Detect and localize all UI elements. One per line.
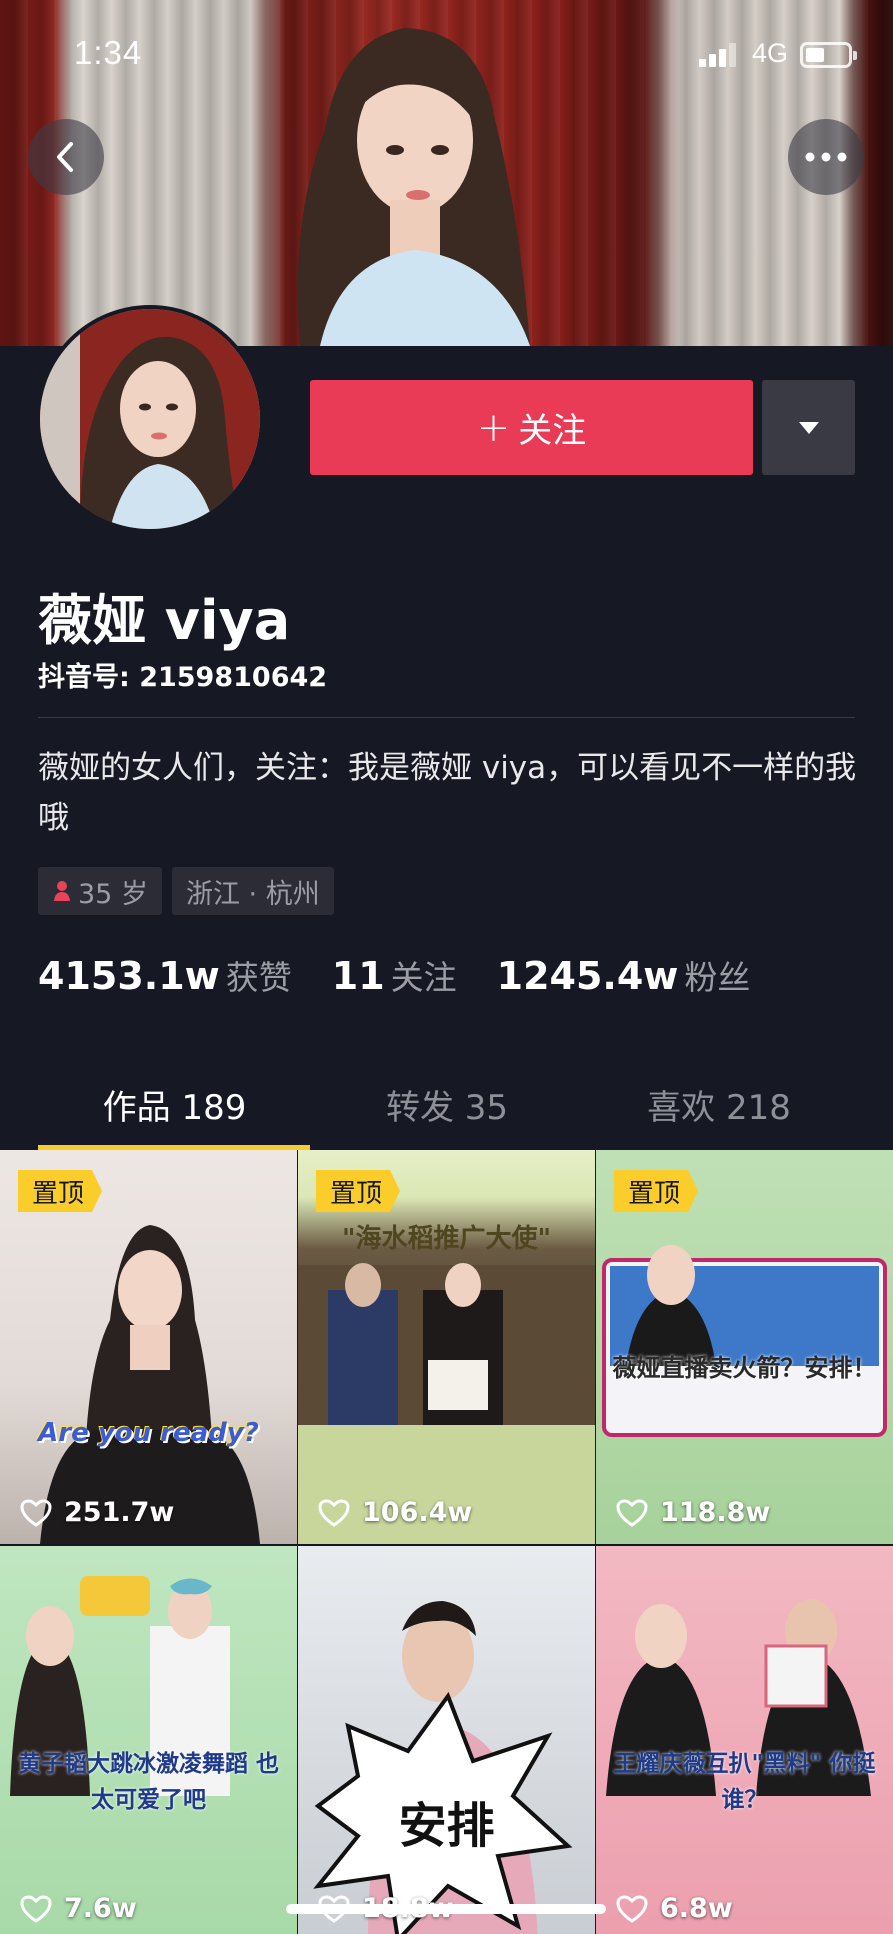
- location-label: 浙江 · 杭州: [185, 878, 320, 910]
- likes-count: 6.8w: [660, 1893, 733, 1924]
- caret-down-icon: [798, 421, 819, 434]
- tab-reposts[interactable]: 转发 35: [311, 1060, 583, 1150]
- video-caption: 王耀庆薇互扒"黑料" 你挺谁？: [613, 1751, 876, 1813]
- more-button[interactable]: [788, 119, 864, 195]
- profile-stats: 4153.1w 获赞 11 关注 1245.4w 粉丝: [38, 951, 790, 999]
- video-thumbnail: [606, 1599, 871, 1796]
- douyin-id[interactable]: 抖音号: 2159810642: [38, 655, 327, 694]
- age-tag: 35 岁: [38, 867, 162, 915]
- chevron-left-icon: [57, 142, 73, 172]
- video-tile[interactable]: 置顶 Are you ready? 251.7w: [0, 1150, 297, 1544]
- likes-count: 4153.1w: [38, 954, 220, 998]
- likes-count: 106.4w: [362, 1497, 473, 1528]
- video-grid: 置顶 Are you ready? 251.7w 置顶 "海水稻推广大使" 10…: [0, 1150, 893, 1934]
- tab-likes[interactable]: 喜欢 218: [583, 1060, 855, 1150]
- video-tile[interactable]: 置顶 薇娅直播卖火箭？安排！ 118.8w: [596, 1150, 893, 1544]
- profile-tags: 35 岁 浙江 · 杭州: [38, 867, 334, 915]
- follow-label: 关注: [518, 411, 587, 451]
- video-likes: 106.4w: [318, 1497, 472, 1528]
- video-likes: 251.7w: [20, 1497, 174, 1528]
- avatar[interactable]: [36, 305, 264, 533]
- video-thumbnail: [10, 1576, 230, 1796]
- home-indicator[interactable]: [286, 1904, 606, 1914]
- likes-count: 118.8w: [660, 1497, 771, 1528]
- plus-icon: +: [476, 404, 511, 451]
- heart-icon: [616, 1498, 648, 1527]
- video-caption: 安排: [398, 1798, 495, 1854]
- likes-count: 7.6w: [64, 1893, 137, 1924]
- age-label: 35 岁: [78, 878, 148, 910]
- battery-icon: [800, 42, 857, 68]
- video-tile[interactable]: 安排 18.8w: [298, 1546, 595, 1934]
- video-caption: 薇娅直播卖火箭？安排！: [612, 1354, 877, 1382]
- pinned-badge: 置顶: [316, 1170, 401, 1212]
- following-stat[interactable]: 11 关注: [332, 951, 457, 999]
- divider: [38, 717, 855, 718]
- video-likes: 7.6w: [20, 1893, 137, 1924]
- following-count: 11: [331, 954, 385, 998]
- heart-icon: [318, 1498, 350, 1527]
- status-time: 1:34: [74, 34, 143, 71]
- heart-icon: [20, 1498, 52, 1527]
- recommend-dropdown-button[interactable]: [762, 380, 855, 475]
- location-tag: 浙江 · 杭州: [171, 867, 334, 915]
- ellipsis-icon: [805, 152, 847, 162]
- video-likes: 6.8w: [616, 1893, 733, 1924]
- avatar-portrait: [40, 309, 260, 529]
- follow-button[interactable]: + 关注: [310, 380, 753, 475]
- back-button[interactable]: [28, 119, 104, 195]
- video-caption: "海水稻推广大使": [341, 1224, 552, 1254]
- profile-bio: 薇娅的女人们，关注：我是薇娅 viya，可以看见不一样的我哦: [38, 750, 857, 836]
- heart-icon: [616, 1894, 648, 1923]
- likes-label: 获赞: [225, 958, 292, 997]
- tab-works[interactable]: 作品 189: [38, 1060, 311, 1150]
- following-label: 关注: [390, 958, 457, 997]
- followers-label: 粉丝: [684, 958, 751, 997]
- likes-count: 251.7w: [64, 1497, 175, 1528]
- video-tile[interactable]: 黄子韬大跳冰激凌舞蹈 也太可爱了吧 7.6w: [0, 1546, 297, 1934]
- pinned-badge: 置顶: [18, 1170, 103, 1212]
- female-icon: [54, 881, 70, 901]
- followers-stat[interactable]: 1245.4w 粉丝: [497, 951, 751, 999]
- video-thumbnail: [313, 1601, 573, 1934]
- network-type: 4G: [752, 38, 789, 68]
- likes-stat: 4153.1w 获赞: [38, 951, 292, 999]
- heart-icon: [20, 1894, 52, 1923]
- profile-name: 薇娅 viya: [38, 589, 291, 652]
- status-bar: 1:34 4G: [0, 0, 893, 110]
- video-caption: 黄子韬大跳冰激凌舞蹈 也太可爱了吧: [17, 1751, 279, 1813]
- followers-count: 1245.4w: [496, 954, 679, 998]
- video-caption: Are you ready?: [38, 1418, 259, 1448]
- signal-icon: [699, 43, 739, 67]
- pinned-badge: 置顶: [614, 1170, 699, 1212]
- video-tile[interactable]: 置顶 "海水稻推广大使" 106.4w: [298, 1150, 595, 1544]
- video-likes: 118.8w: [616, 1497, 770, 1528]
- video-tile[interactable]: 王耀庆薇互扒"黑料" 你挺谁？ 6.8w: [596, 1546, 893, 1934]
- content-tabs: 作品 189 转发 35 喜欢 218: [0, 1060, 893, 1150]
